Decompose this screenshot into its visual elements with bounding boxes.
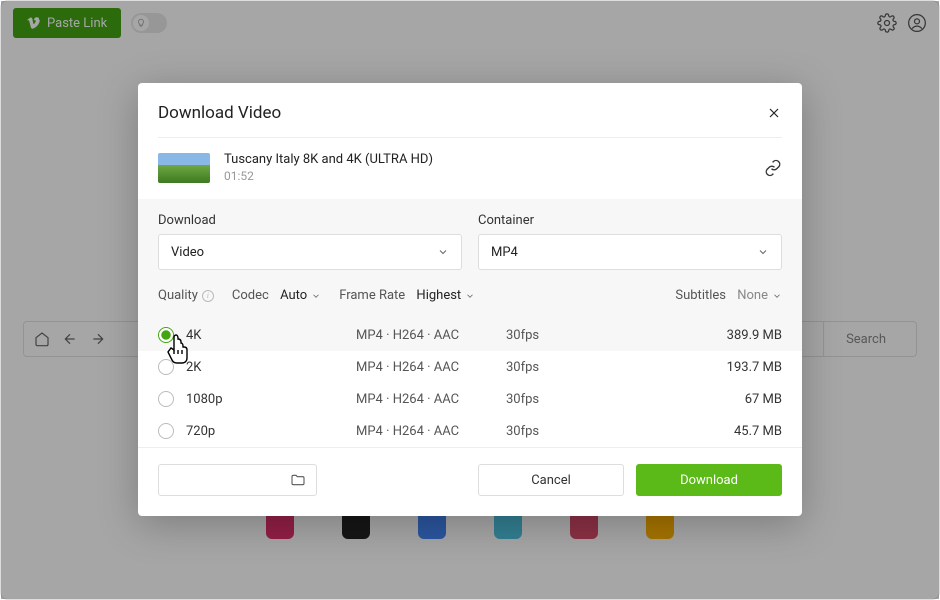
output-folder-input[interactable] — [158, 464, 317, 496]
quality-option[interactable]: 4K MP4 · H264 · AAC 30fps 389.9 MB — [138, 319, 802, 351]
link-icon[interactable] — [764, 159, 782, 177]
info-icon[interactable]: i — [202, 290, 214, 302]
modal-overlay: Download Video Tuscany Italy 8K and 4K (… — [1, 1, 939, 599]
video-duration: 01:52 — [224, 169, 750, 183]
close-icon[interactable] — [766, 105, 782, 121]
chevron-down-icon — [465, 291, 475, 301]
radio-icon — [158, 391, 174, 407]
cancel-button[interactable]: Cancel — [478, 464, 624, 496]
chevron-down-icon — [772, 291, 782, 301]
radio-icon — [158, 359, 174, 375]
quality-option[interactable]: 1080p MP4 · H264 · AAC 30fps 67 MB — [138, 383, 802, 415]
chevron-down-icon — [437, 246, 449, 258]
options-section: Download Video Container MP4 — [138, 199, 802, 319]
video-thumbnail — [158, 153, 210, 183]
radio-icon — [158, 423, 174, 439]
subtitles-filter[interactable]: Subtitles None — [675, 288, 782, 303]
video-title: Tuscany Italy 8K and 4K (ULTRA HD) — [224, 152, 750, 167]
codec-filter[interactable]: Codec Auto — [232, 288, 321, 303]
container-label: Container — [478, 213, 782, 228]
quality-header: Quality i — [158, 288, 214, 303]
download-modal: Download Video Tuscany Italy 8K and 4K (… — [138, 83, 802, 516]
quality-option[interactable]: 720p MP4 · H264 · AAC 30fps 45.7 MB — [138, 415, 802, 447]
container-select[interactable]: MP4 — [478, 234, 782, 270]
framerate-filter[interactable]: Frame Rate Highest — [339, 288, 475, 303]
video-info: Tuscany Italy 8K and 4K (ULTRA HD) 01:52 — [138, 138, 802, 199]
download-type-select[interactable]: Video — [158, 234, 462, 270]
modal-title: Download Video — [158, 103, 281, 123]
chevron-down-icon — [757, 246, 769, 258]
download-button[interactable]: Download — [636, 464, 782, 496]
download-type-label: Download — [158, 213, 462, 228]
chevron-down-icon — [311, 291, 321, 301]
quality-option[interactable]: 2K MP4 · H264 · AAC 30fps 193.7 MB — [138, 351, 802, 383]
radio-icon — [158, 327, 174, 343]
folder-icon — [290, 472, 306, 488]
quality-list: 4K MP4 · H264 · AAC 30fps 389.9 MB 2K MP… — [138, 319, 802, 447]
